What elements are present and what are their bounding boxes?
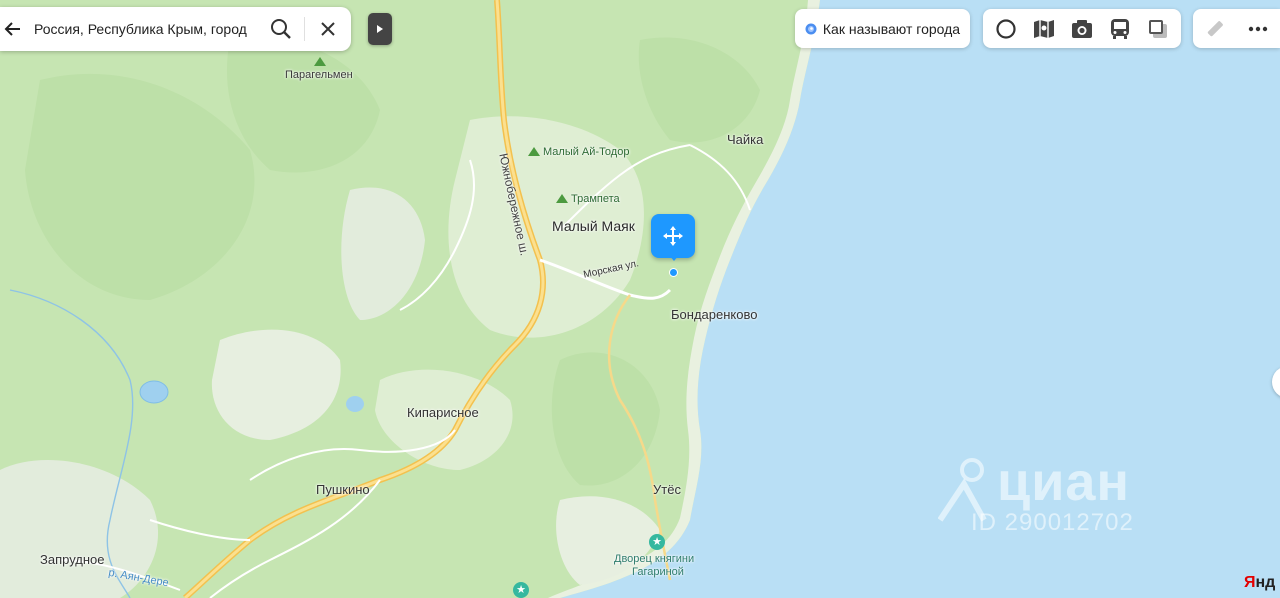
pin-location-dot <box>669 268 678 277</box>
spiral-icon <box>805 23 817 34</box>
yandex-logo[interactable]: Янд <box>1244 574 1275 592</box>
cian-logo-icon <box>938 458 987 522</box>
photo-camera-icon <box>1072 19 1092 38</box>
search-input[interactable]: Россия, Республика Крым, город <box>24 21 258 37</box>
place-label-chaika[interactable]: Чайка <box>727 132 763 147</box>
map-style-icon <box>1149 19 1167 38</box>
place-label-kiparisnoe[interactable]: Кипарисное <box>407 405 479 420</box>
search-button[interactable] <box>258 7 304 51</box>
back-button[interactable] <box>2 7 24 51</box>
place-label-utes[interactable]: Утёс <box>653 482 681 497</box>
map-layers-icon <box>1034 19 1054 38</box>
poi-label-line1[interactable]: Дворец княгини <box>614 553 694 565</box>
poi-star-icon[interactable]: ★ <box>649 534 665 550</box>
mountain-icon <box>314 57 326 66</box>
watermark-brand: циан <box>997 452 1131 512</box>
more-button[interactable] <box>1240 11 1276 47</box>
place-label-zaprudnoe[interactable]: Запрудное <box>40 552 105 567</box>
city-names-label: Как называют города <box>822 20 961 37</box>
arrow-left-icon <box>4 22 20 36</box>
ruler-icon <box>1207 20 1223 36</box>
search-box: Россия, Республика Крым, город <box>0 7 351 51</box>
panorama-button[interactable] <box>1064 11 1100 47</box>
mountain-icon <box>556 194 568 203</box>
map-layers-button[interactable] <box>1026 11 1062 47</box>
map-toolbar <box>983 9 1181 48</box>
search-icon <box>271 19 291 39</box>
move-pin-icon[interactable] <box>651 214 695 258</box>
city-names-button[interactable]: Как называют города <box>795 9 970 48</box>
place-label-maly-mayak[interactable]: Малый Маяк <box>552 218 635 234</box>
bus-icon <box>1111 18 1129 39</box>
more-icon <box>1249 26 1268 31</box>
peak-marker-paragelmen <box>314 56 329 68</box>
close-icon <box>321 22 335 36</box>
mountain-icon <box>528 147 540 156</box>
circle-layer-icon <box>996 18 1016 39</box>
ruler-button[interactable] <box>1197 11 1233 47</box>
place-label-pushkino[interactable]: Пушкино <box>316 482 370 497</box>
place-label-bondarenkovo[interactable]: Бондаренково <box>671 307 757 322</box>
transport-button[interactable] <box>1102 11 1138 47</box>
place-label-paragelmen[interactable]: Парагельмен <box>285 69 353 81</box>
poi-label-line2[interactable]: Гагариной <box>632 566 684 578</box>
watermark-id: ID 290012702 <box>971 509 1134 536</box>
peak-label-maly-ai-todor[interactable]: Малый Ай-Тодор <box>528 146 629 158</box>
pin-tail <box>669 255 679 261</box>
triangle-right-icon <box>377 25 383 33</box>
circle-layer-button[interactable] <box>988 11 1024 47</box>
map-style-button[interactable] <box>1140 11 1176 47</box>
poi-star-icon[interactable]: ★ <box>513 582 529 598</box>
extra-toolbar <box>1193 9 1280 48</box>
clear-button[interactable] <box>305 7 351 51</box>
peak-label-trampeta[interactable]: Трампета <box>556 193 620 205</box>
collapse-panel-button[interactable] <box>368 13 392 45</box>
